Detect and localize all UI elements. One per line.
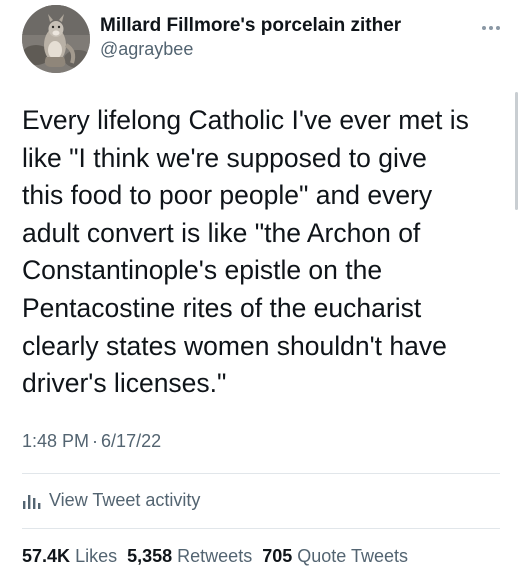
analytics-icon — [23, 494, 41, 509]
tweet-header: Millard Fillmore's porcelain zither @agr… — [22, 4, 502, 74]
likes-count: 57.4K — [22, 546, 71, 566]
user-handle[interactable]: @agraybee — [100, 38, 401, 60]
avatar[interactable] — [22, 5, 90, 73]
tweet-date: 6/17/22 — [101, 431, 162, 451]
avatar-image — [22, 5, 90, 73]
divider — [22, 528, 500, 529]
display-name[interactable]: Millard Fillmore's porcelain zither — [100, 14, 401, 38]
engagement-stats: 57.4K Likes 5,358 Retweets 705 Quote Tweet… — [22, 546, 418, 567]
timestamp-separator: · — [92, 431, 99, 451]
tweet-text: Every lifelong Catholic I've ever met is… — [22, 105, 469, 399]
quote-tweets-count: 705 — [262, 546, 293, 566]
author-names: Millard Fillmore's porcelain zither @agr… — [100, 14, 401, 60]
likes-label: Likes — [75, 546, 118, 566]
tweet-timestamp[interactable]: 1:48 PM · 6/17/22 — [22, 431, 161, 452]
quote-tweets-stat[interactable]: 705 Quote Tweets — [262, 546, 408, 566]
view-tweet-activity-link[interactable]: View Tweet activity — [22, 486, 200, 514]
retweets-label: Retweets — [177, 546, 253, 566]
scrollbar-thumb[interactable] — [515, 92, 518, 210]
activity-label: View Tweet activity — [49, 489, 201, 510]
retweets-count: 5,358 — [127, 546, 173, 566]
tweet-time: 1:48 PM — [22, 431, 90, 451]
likes-stat[interactable]: 57.4K Likes — [22, 546, 117, 566]
quote-tweets-label: Quote Tweets — [297, 546, 408, 566]
retweets-stat[interactable]: 5,358 Retweets — [127, 546, 252, 566]
more-options-icon[interactable] — [480, 20, 502, 30]
divider — [22, 473, 500, 474]
